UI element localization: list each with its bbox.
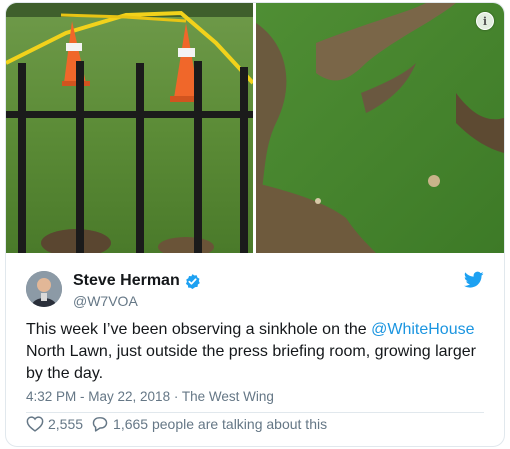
tweet-text: This week I’ve been observing a sinkhole… — [26, 319, 486, 385]
tweet-location[interactable]: The West Wing — [182, 389, 274, 404]
tweet-timestamp[interactable]: 4:32 PM - May 22, 2018 — [26, 389, 170, 404]
user-handle[interactable]: @W7VOA — [73, 293, 138, 309]
fence-cones-photo[interactable] — [6, 3, 253, 253]
tweet-text-before: This week I’ve been observing a sinkhole… — [26, 321, 372, 338]
tweet-media[interactable]: i — [6, 3, 504, 253]
twitter-bird-icon[interactable] — [463, 271, 484, 289]
tweet-actions: 2,555 1,665 people are talking about thi… — [26, 416, 335, 432]
reply-text: 1,665 people are talking about this — [113, 416, 328, 432]
tweet-card[interactable]: i Steve Herman @W7VOA This week I’ve bee… — [5, 2, 505, 447]
tweet-meta: 4:32 PM - May 22, 2018 · The West Wing — [26, 389, 274, 404]
name-line[interactable]: Steve Herman — [73, 272, 201, 290]
tweet-text-after: North Lawn, just outside the press brief… — [26, 343, 476, 382]
divider — [26, 412, 484, 413]
reply-button[interactable]: 1,665 people are talking about this — [91, 416, 327, 432]
display-name[interactable]: Steve Herman — [73, 272, 180, 290]
verified-badge-icon — [184, 273, 201, 290]
sinkhole-closeup-photo[interactable]: i — [256, 3, 504, 253]
heart-icon — [26, 416, 44, 432]
mention-link[interactable]: @WhiteHouse — [371, 321, 474, 338]
like-count: 2,555 — [48, 416, 84, 432]
avatar[interactable] — [26, 271, 62, 307]
like-button[interactable]: 2,555 — [26, 416, 83, 432]
speech-bubble-icon — [92, 417, 108, 432]
meta-separator: · — [170, 389, 182, 404]
info-icon[interactable]: i — [476, 12, 494, 30]
tweet-header: Steve Herman @W7VOA — [26, 268, 484, 312]
